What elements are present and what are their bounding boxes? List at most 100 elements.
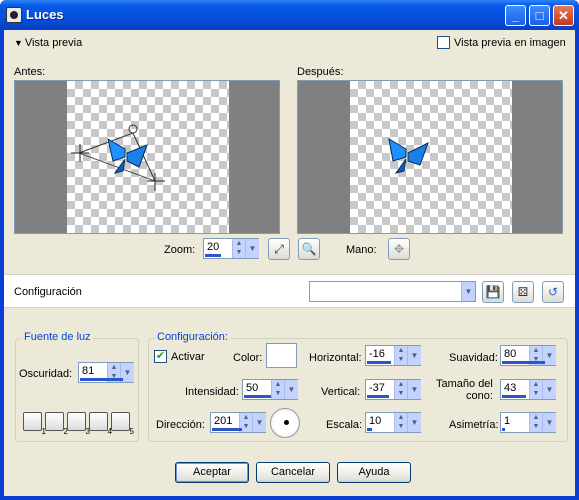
activate-label: Activar — [171, 350, 205, 363]
reset-icon[interactable]: ↺ — [542, 281, 564, 303]
light-guides[interactable] — [15, 81, 280, 234]
softness-label: Suavidad: — [449, 352, 498, 364]
vertical-label: Vertical: — [321, 386, 361, 398]
preview-area: ▼ Vista previa Vista previa en imagen Ant… — [4, 30, 575, 270]
dialog-body: ▼ Vista previa Vista previa en imagen Ant… — [4, 30, 575, 496]
window-title: Luces — [26, 7, 64, 22]
cone-size-spinner[interactable]: ▲ ▼ — [529, 380, 542, 399]
vertical-spinner[interactable]: ▲ ▼ — [394, 380, 407, 399]
preset-bar-label: Configuración — [14, 286, 82, 298]
checkmark-icon[interactable]: ✔ — [154, 350, 167, 363]
softness-dropdown-arrow[interactable]: ▼ — [542, 346, 556, 365]
direction-spinner[interactable]: ▲ ▼ — [239, 413, 252, 432]
after-label: Después: — [297, 66, 344, 78]
asymmetry-dropdown-arrow[interactable]: ▼ — [542, 413, 556, 432]
scale-label: Escala: — [326, 419, 363, 431]
pan-move-icon[interactable]: ✥ — [388, 238, 410, 260]
pan-label: Mano: — [346, 244, 377, 256]
light-preset-1-icon[interactable]: 1 — [23, 412, 46, 436]
darkness-dropdown-arrow[interactable]: ▼ — [120, 363, 134, 382]
preview-toggle-label: Vista previa — [24, 37, 83, 49]
intensity-value: 50 — [246, 382, 259, 394]
intensity-label: Intensidad: — [185, 386, 239, 398]
luces-window: Luces _ □ ✕ ▼ Vista previa Vista previa e… — [0, 0, 579, 500]
light-preset-4-icon[interactable]: 4 — [89, 412, 112, 436]
preset-dropdown-arrow[interactable]: ▼ — [461, 282, 475, 301]
direction-dial[interactable] — [270, 408, 300, 438]
light-preset-2-icon[interactable]: 2 — [45, 412, 68, 436]
intensity-dropdown-arrow[interactable]: ▼ — [284, 380, 298, 399]
cone-size-input[interactable]: 43 ▲ ▼ ▼ — [500, 379, 556, 400]
ok-button[interactable]: Aceptar — [175, 462, 249, 483]
zoom-magnifier-icon[interactable]: 🔍 — [298, 238, 320, 260]
minimize-button[interactable]: _ — [505, 5, 526, 26]
light-preset-3-icon[interactable]: 3 — [67, 412, 90, 436]
horizontal-dropdown-arrow[interactable]: ▼ — [407, 346, 421, 365]
scale-value: 10 — [369, 415, 382, 427]
color-label: Color: — [233, 352, 263, 364]
maximize-icon: □ — [535, 8, 544, 23]
light-preset-5-icon[interactable]: 5 — [111, 412, 134, 436]
light-source-title: Fuente de luz — [22, 331, 93, 343]
activate-checkbox[interactable]: ✔ Activar — [154, 350, 205, 363]
cancel-button[interactable]: Cancelar — [256, 462, 330, 483]
close-icon: ✕ — [558, 8, 569, 23]
scale-input[interactable]: 10 ▲ ▼ ▼ — [365, 412, 421, 433]
butterfly-icon — [107, 137, 148, 174]
before-label: Antes: — [14, 66, 46, 78]
preview-toggle[interactable]: ▼ Vista previa — [14, 37, 82, 49]
after-preview — [297, 80, 563, 234]
maximize-button[interactable]: □ — [529, 5, 550, 26]
vertical-dropdown-arrow[interactable]: ▼ — [407, 380, 421, 399]
title-bar[interactable]: Luces _ □ ✕ — [0, 0, 579, 30]
before-preview[interactable] — [14, 80, 280, 234]
collapse-triangle-icon: ▼ — [14, 38, 23, 48]
direction-dropdown-arrow[interactable]: ▼ — [252, 413, 266, 432]
softness-spinner[interactable]: ▲ ▼ — [529, 346, 542, 365]
direction-value: 201 — [214, 415, 233, 427]
preset-bar: Configuración ▼ 💾 ⚄ ↺ — [4, 274, 575, 308]
vertical-value: -37 — [369, 382, 385, 394]
darkness-label: Oscuridad: — [19, 368, 73, 380]
cone-size-dropdown-arrow[interactable]: ▼ — [542, 380, 556, 399]
darkness-spinner[interactable]: ▲ ▼ — [107, 363, 120, 382]
scale-spinner[interactable]: ▲ ▼ — [394, 413, 407, 432]
asymmetry-input[interactable]: 1 ▲ ▼ ▼ — [500, 412, 556, 433]
direction-input[interactable]: 201 ▲ ▼ ▼ — [210, 412, 266, 433]
horizontal-value: -16 — [369, 348, 385, 360]
close-button[interactable]: ✕ — [553, 5, 574, 26]
darkness-input[interactable]: 81 ▲ ▼ ▼ — [78, 362, 134, 383]
asymmetry-label: Asimetría: — [449, 419, 499, 431]
minimize-icon: _ — [511, 8, 520, 23]
zoom-input[interactable]: 20 ▲ ▼ ▼ — [203, 238, 259, 259]
cone-size-label: Tamaño del cono: — [436, 378, 493, 402]
zoom-actual-size-icon[interactable]: ⤢ — [268, 238, 290, 260]
zoom-label: Zoom: — [164, 244, 196, 256]
random-preset-icon[interactable]: ⚄ — [512, 281, 534, 303]
intensity-spinner[interactable]: ▲ ▼ — [271, 380, 284, 399]
settings-title: Configuración: — [155, 331, 230, 343]
darkness-value: 81 — [82, 365, 95, 377]
help-button[interactable]: Ayuda — [337, 462, 411, 483]
app-icon — [6, 7, 22, 23]
horizontal-input[interactable]: -16 ▲ ▼ ▼ — [365, 345, 421, 366]
light-color-swatch[interactable] — [266, 343, 297, 368]
butterfly-icon — [388, 138, 429, 174]
horizontal-label: Horizontal: — [309, 352, 362, 364]
save-preset-icon[interactable]: 💾 — [482, 281, 504, 303]
checkbox-box[interactable] — [437, 36, 450, 49]
horizontal-spinner[interactable]: ▲ ▼ — [394, 346, 407, 365]
intensity-input[interactable]: 50 ▲ ▼ ▼ — [242, 379, 298, 400]
softness-value: 80 — [504, 348, 517, 360]
vertical-input[interactable]: -37 ▲ ▼ ▼ — [365, 379, 421, 400]
zoom-spinner[interactable]: ▲ ▼ — [232, 239, 245, 258]
preset-dropdown[interactable]: ▼ — [309, 281, 476, 302]
zoom-value: 20 — [207, 241, 220, 253]
asymmetry-spinner[interactable]: ▲ ▼ — [529, 413, 542, 432]
cone-size-value: 43 — [504, 382, 517, 394]
direction-label: Dirección: — [156, 419, 205, 431]
preview-in-image-checkbox[interactable]: Vista previa en imagen — [437, 36, 566, 49]
zoom-dropdown-arrow[interactable]: ▼ — [245, 239, 259, 258]
scale-dropdown-arrow[interactable]: ▼ — [407, 413, 421, 432]
softness-input[interactable]: 80 ▲ ▼ ▼ — [500, 345, 556, 366]
